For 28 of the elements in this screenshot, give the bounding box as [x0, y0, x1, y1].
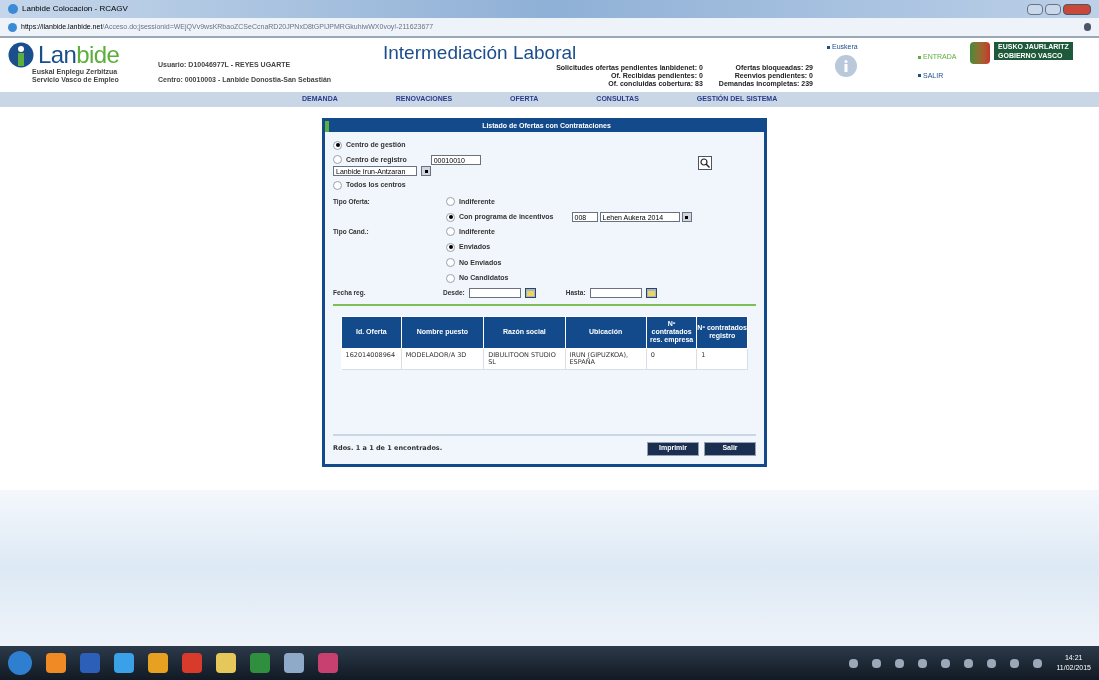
search-icon — [700, 158, 710, 168]
radio-button[interactable] — [446, 227, 455, 237]
page-title: Intermediación Laboral — [383, 42, 578, 64]
dropdown-button[interactable] — [421, 166, 431, 176]
bullet-icon — [827, 45, 830, 49]
close-button[interactable] — [1063, 3, 1091, 15]
radio-button[interactable] — [446, 258, 455, 268]
dropdown-button[interactable] — [681, 212, 692, 223]
calendar-icon[interactable] — [645, 287, 657, 298]
radio-button[interactable] — [446, 273, 455, 283]
radio-button[interactable] — [333, 155, 342, 165]
date-to-field[interactable] — [589, 287, 642, 298]
minimize-button[interactable] — [1027, 3, 1043, 15]
bullet-icon — [918, 74, 921, 78]
search-button[interactable] — [698, 156, 712, 170]
maximize-button[interactable] — [1045, 3, 1061, 15]
radio-button[interactable] — [333, 180, 342, 190]
calendar-icon[interactable] — [524, 287, 536, 298]
brand-logo-text: Lanbide — [38, 43, 120, 67]
radio-button[interactable] — [446, 242, 455, 252]
radio-button[interactable] — [446, 197, 455, 207]
logo-icon — [8, 42, 34, 68]
date-from-field[interactable] — [468, 287, 521, 298]
lock-icon — [1084, 23, 1091, 31]
window-title: Lanbide Colocacion - RCAGV — [22, 3, 128, 15]
bullet-icon — [918, 55, 921, 59]
radio-button[interactable] — [446, 212, 455, 222]
radio-button[interactable] — [333, 140, 342, 150]
